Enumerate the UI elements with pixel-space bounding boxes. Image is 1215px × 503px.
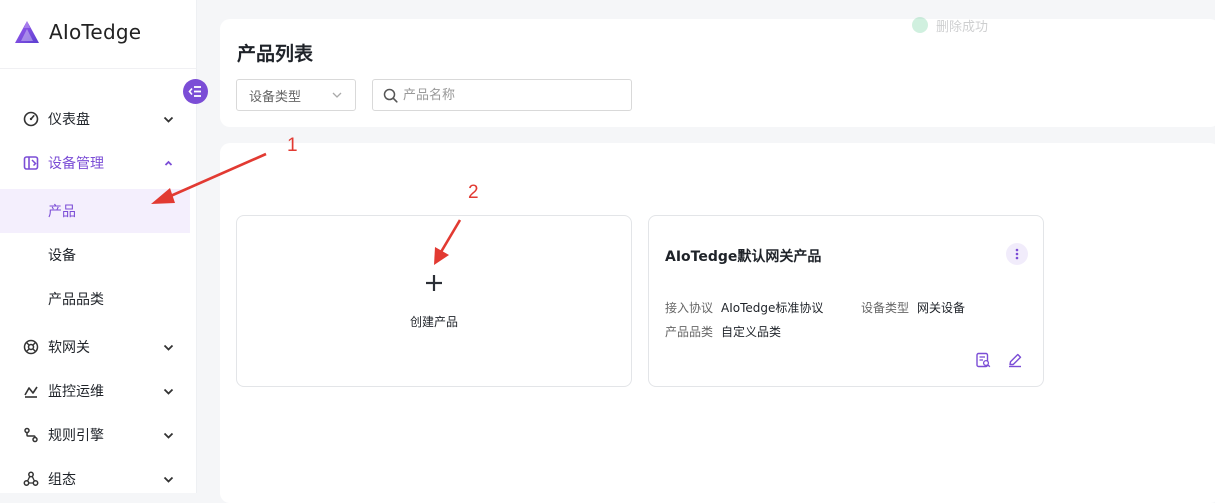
sidebar-collapse-button[interactable] (183, 79, 208, 104)
chevron-up-icon (164, 160, 173, 166)
page-title: 产品列表 (237, 43, 314, 65)
chevron-down-icon (163, 432, 174, 439)
sidebar-item-label: 监控运维 (48, 384, 104, 400)
annotation-label-1: 1 (287, 135, 298, 156)
product-field-device-type: 设备类型 网关设备 (861, 299, 965, 316)
monitoring-icon (24, 386, 38, 398)
menu-collapse-icon (188, 86, 201, 97)
field-key: 设备类型 (861, 301, 910, 315)
sidebar-item-configuration[interactable]: 组态 (0, 457, 196, 501)
product-field-category: 产品品类 自定义品类 (665, 323, 781, 340)
product-card[interactable]: AIoTedge默认网关产品 接入协议 AIoTedge标准协议 设备类型 网关设备… (648, 215, 1044, 387)
sidebar-item-label: 软网关 (48, 340, 90, 356)
dashboard-icon (23, 111, 39, 127)
configuration-icon (23, 471, 39, 486)
sidebar-subitem-device[interactable]: 设备 (0, 233, 190, 277)
edit-icon[interactable] (1007, 352, 1023, 368)
sidebar-item-label: 组态 (48, 472, 76, 488)
sidebar-subitem-product-category[interactable]: 产品品类 (0, 277, 190, 321)
plus-icon (426, 275, 442, 291)
sidebar-item-dashboard[interactable]: 仪表盘 (0, 97, 196, 141)
sidebar-subitem-label: 设备 (48, 248, 76, 264)
field-value: AIoTedge标准协议 (721, 301, 824, 315)
sidebar-item-label: 规则引擎 (48, 428, 104, 444)
sidebar-subitem-product[interactable]: 产品 (0, 189, 190, 233)
rule-engine-icon (24, 427, 38, 443)
field-value: 自定义品类 (721, 325, 782, 339)
search-icon (383, 88, 398, 103)
product-field-protocol: 接入协议 AIoTedge标准协议 (665, 299, 823, 316)
product-name-search[interactable] (372, 79, 632, 111)
product-name: AIoTedge默认网关产品 (665, 249, 822, 265)
chevron-down-icon (163, 388, 174, 395)
device-type-select[interactable]: 设备类型 (236, 79, 356, 111)
aiotedge-logo-icon (15, 21, 39, 43)
sidebar-divider (0, 68, 196, 69)
sidebar-item-device-management[interactable]: 设备管理 (0, 141, 196, 185)
sidebar-subitem-label: 产品品类 (48, 292, 104, 308)
success-icon (912, 17, 928, 33)
header-card: 产品列表 设备类型 (220, 19, 1215, 127)
chevron-down-icon (163, 476, 174, 483)
sidebar-item-rule-engine[interactable]: 规则引擎 (0, 413, 196, 457)
sidebar-item-monitoring[interactable]: 监控运维 (0, 369, 196, 413)
create-product-card[interactable]: 创建产品 (236, 215, 632, 387)
search-input[interactable] (401, 80, 625, 110)
field-key: 接入协议 (665, 301, 714, 315)
view-details-icon[interactable] (975, 352, 991, 368)
soft-gateway-icon (23, 339, 39, 355)
chevron-down-icon (163, 344, 174, 351)
app-name: AIoTedge (49, 20, 142, 44)
device-management-icon (23, 156, 39, 170)
success-toast: 删除成功 (895, 5, 1005, 45)
more-options-button[interactable] (1006, 243, 1028, 265)
sidebar-item-label: 仪表盘 (48, 112, 90, 128)
create-product-label: 创建产品 (409, 315, 458, 329)
more-vertical-icon (1015, 248, 1019, 260)
field-value: 网关设备 (917, 301, 966, 315)
chevron-down-icon (332, 92, 342, 98)
sidebar-item-soft-gateway[interactable]: 软网关 (0, 325, 196, 369)
chevron-down-icon (163, 116, 174, 123)
device-type-select-value: 设备类型 (249, 89, 302, 105)
logo[interactable]: AIoTedge (14, 20, 141, 44)
annotation-label-2: 2 (468, 182, 479, 203)
sidebar-item-label: 设备管理 (48, 156, 104, 172)
toast-text: 删除成功 (936, 19, 989, 35)
sidebar: AIoTedge 仪表盘 设备管理 产品 设备 产品品类 软网关 监控运维 规则… (0, 0, 197, 493)
sidebar-subitem-label: 产品 (48, 204, 76, 220)
field-key: 产品品类 (665, 325, 714, 339)
